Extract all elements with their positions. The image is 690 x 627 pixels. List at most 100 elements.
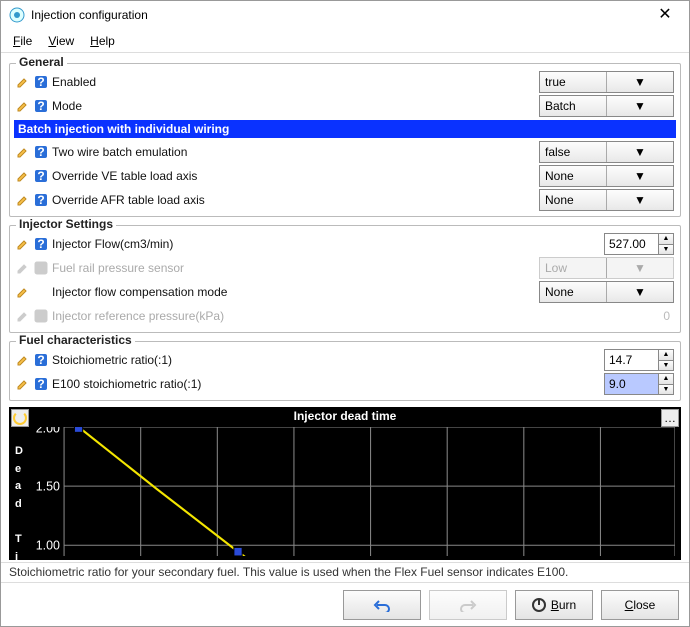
undo-icon (373, 598, 391, 612)
input-stoich[interactable] (604, 349, 659, 371)
edit-icon (16, 261, 30, 275)
edit-icon (16, 237, 30, 251)
combo-override-afr[interactable]: None▼ (539, 189, 674, 211)
info-icon: ? (34, 261, 48, 275)
svg-text:?: ? (37, 169, 44, 183)
info-icon[interactable]: ? (34, 377, 48, 391)
svg-text:?: ? (37, 75, 44, 89)
label-enabled: Enabled (52, 75, 535, 89)
edit-icon (16, 193, 30, 207)
field-e100[interactable]: ▲▼ (604, 373, 674, 395)
label-rail-sensor: Fuel rail pressure sensor (52, 261, 535, 275)
field-stoich[interactable]: ▲▼ (604, 349, 674, 371)
group-title-general: General (16, 55, 67, 69)
label-comp-mode: Injector flow compensation mode (52, 285, 535, 299)
label-stoich: Stoichiometric ratio(:1) (52, 353, 600, 367)
chart-title: Injector dead time (9, 407, 681, 425)
menu-view[interactable]: View (42, 32, 80, 50)
chevron-down-icon: ▼ (606, 282, 673, 302)
info-icon[interactable]: ? (34, 145, 48, 159)
value-ref-pressure: 0 (619, 309, 674, 323)
burn-button[interactable]: Burn (515, 590, 593, 620)
chart-area[interactable]: 2.00 1.50 1.00 (33, 427, 675, 556)
info-icon[interactable]: ? (34, 193, 48, 207)
group-general: General ? Enabled true▼ ? Mode Batch▼ Ba… (9, 63, 681, 217)
edit-icon (16, 285, 30, 299)
close-button[interactable]: Close (601, 590, 679, 620)
status-bar: Stoichiometric ratio for your secondary … (1, 562, 689, 582)
info-icon: ? (34, 309, 48, 323)
app-icon (9, 7, 25, 23)
input-e100[interactable] (604, 373, 659, 395)
chevron-down-icon: ▼ (606, 96, 673, 116)
redo-button (429, 590, 507, 620)
chevron-down-icon: ▼ (606, 190, 673, 210)
group-title-injector: Injector Settings (16, 217, 116, 231)
menu-file[interactable]: File (7, 32, 38, 50)
titlebar: Injection configuration ✕ (1, 1, 689, 29)
chart-tool-right[interactable]: … (661, 409, 679, 427)
chart-tool-left[interactable] (11, 409, 29, 427)
combo-comp-mode[interactable]: None▼ (539, 281, 674, 303)
label-ref-pressure: Injector reference pressure(kPa) (52, 309, 615, 323)
chevron-down-icon: ▼ (606, 142, 673, 162)
blank-icon (34, 285, 48, 299)
group-fuel: Fuel characteristics ? Stoichiometric ra… (9, 341, 681, 401)
svg-text:?: ? (37, 193, 44, 207)
combo-rail-sensor: Low▼ (539, 257, 674, 279)
edit-icon (16, 309, 30, 323)
spinner-injector-flow[interactable]: ▲▼ (659, 233, 674, 255)
svg-text:?: ? (37, 261, 44, 275)
undo-button[interactable] (343, 590, 421, 620)
info-icon[interactable]: ? (34, 169, 48, 183)
label-injector-flow: Injector Flow(cm3/min) (52, 237, 600, 251)
label-override-ve: Override VE table load axis (52, 169, 535, 183)
svg-text:2.00: 2.00 (36, 427, 60, 435)
edit-icon (16, 377, 30, 391)
svg-text:?: ? (37, 309, 44, 323)
button-bar: Burn Close (1, 582, 689, 626)
combo-enabled[interactable]: true▼ (539, 71, 674, 93)
label-mode: Mode (52, 99, 535, 113)
svg-text:?: ? (37, 353, 44, 367)
svg-text:?: ? (37, 237, 44, 251)
chevron-down-icon: ▼ (606, 166, 673, 186)
edit-icon (16, 99, 30, 113)
window-title: Injection configuration (31, 8, 649, 22)
close-icon[interactable]: ✕ (649, 7, 681, 23)
edit-icon (16, 353, 30, 367)
menubar: File View Help (1, 29, 689, 53)
burn-icon (532, 598, 546, 612)
group-title-fuel: Fuel characteristics (16, 333, 135, 347)
edit-icon (16, 169, 30, 183)
input-injector-flow[interactable] (604, 233, 659, 255)
svg-text:?: ? (37, 377, 44, 391)
redo-icon (459, 598, 477, 612)
combo-override-ve[interactable]: None▼ (539, 165, 674, 187)
info-icon[interactable]: ? (34, 237, 48, 251)
menu-help[interactable]: Help (84, 32, 121, 50)
edit-icon (16, 145, 30, 159)
combo-mode[interactable]: Batch▼ (539, 95, 674, 117)
svg-text:?: ? (37, 99, 44, 113)
info-icon[interactable]: ? (34, 75, 48, 89)
chart-ylabel: D e a d T i (15, 443, 23, 562)
batch-note-highlight: Batch injection with individual wiring (14, 120, 676, 138)
edit-icon (16, 75, 30, 89)
chevron-down-icon: ▼ (606, 258, 673, 278)
label-override-afr: Override AFR table load axis (52, 193, 535, 207)
spinner-e100[interactable]: ▲▼ (659, 373, 674, 395)
spinner-stoich[interactable]: ▲▼ (659, 349, 674, 371)
label-e100: E100 stoichiometric ratio(:1) (52, 377, 600, 391)
svg-text:?: ? (37, 145, 44, 159)
info-icon[interactable]: ? (34, 99, 48, 113)
svg-text:1.00: 1.00 (36, 538, 60, 552)
combo-two-wire[interactable]: false▼ (539, 141, 674, 163)
group-injector: Injector Settings ? Injector Flow(cm3/mi… (9, 225, 681, 333)
svg-text:1.50: 1.50 (36, 479, 60, 493)
info-icon[interactable]: ? (34, 353, 48, 367)
chart-dead-time: … Injector dead time D e a d T i (9, 407, 681, 560)
label-two-wire: Two wire batch emulation (52, 145, 535, 159)
chevron-down-icon: ▼ (606, 72, 673, 92)
field-injector-flow[interactable]: ▲▼ (604, 233, 674, 255)
